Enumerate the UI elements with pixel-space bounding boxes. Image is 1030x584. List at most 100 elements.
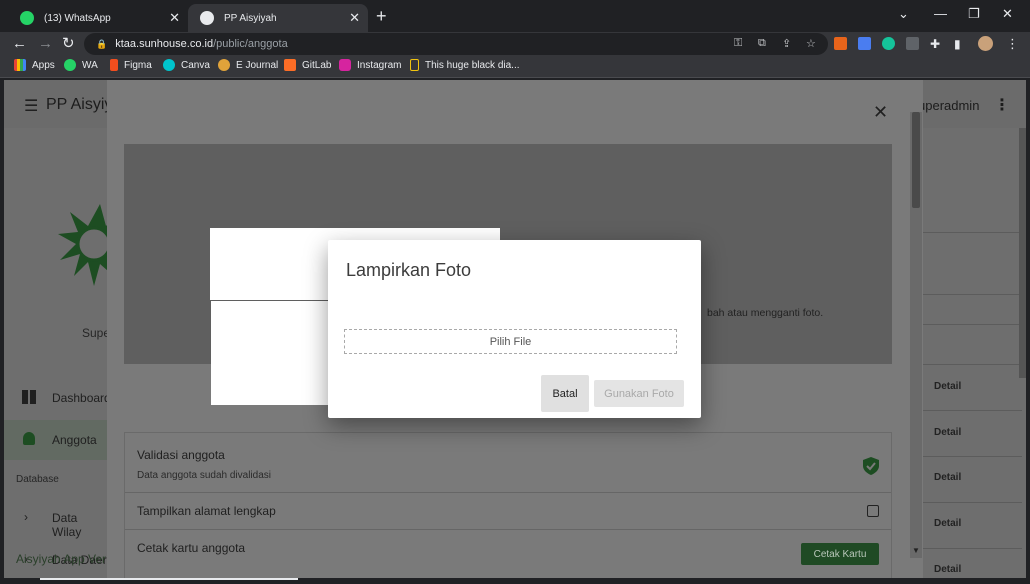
row-divider (922, 294, 1022, 295)
row-divider (922, 548, 1022, 549)
modal-title: Lampirkan Foto (346, 260, 472, 280)
user-name: uperadmin (918, 98, 980, 113)
sidebar-item-anggota[interactable]: Anggota (4, 420, 108, 460)
canva-icon (163, 59, 175, 71)
section-label-database: Database (16, 474, 59, 485)
file-picker[interactable]: Pilih File (344, 329, 677, 354)
sidebar: Supe Dashboard Anggota Database › Data W… (4, 128, 118, 578)
detail-link[interactable]: Detail (934, 427, 961, 438)
app-version: Aisyiyah App Ver (16, 552, 107, 566)
cancel-button[interactable]: Batal (541, 375, 589, 412)
extension-gray-icon[interactable] (906, 37, 919, 50)
new-tab-button[interactable]: + (376, 7, 387, 25)
close-window-button[interactable]: ✕ (1002, 6, 1013, 22)
alamat-row: Tampilkan alamat lengkap (125, 493, 891, 529)
member-settings-card: Validasi anggota Data anggota sudah diva… (124, 432, 892, 578)
browser-toolbar: ← → ↻ 🔒 ktaa.sunhouse.co.id /public/angg… (0, 32, 1030, 56)
restore-button[interactable]: ❐ (968, 6, 980, 22)
bookmark-figma[interactable]: Figma (110, 59, 152, 71)
menu-icon[interactable]: ☰ (24, 96, 38, 116)
grammarly-icon[interactable] (882, 37, 895, 50)
forward-arrow-icon[interactable]: → (38, 34, 53, 54)
browser-menu-icon[interactable]: ⋮ (1006, 34, 1019, 54)
gitlab-icon (284, 59, 296, 71)
detail-link[interactable]: Detail (934, 564, 961, 575)
apps-grid-icon (14, 59, 26, 71)
puzzle-icon[interactable]: ✚ (930, 34, 940, 54)
bookmark-huge-black-dia[interactable]: This huge black dia... (410, 59, 520, 71)
translate-icon[interactable]: ⧉ (758, 37, 766, 50)
bookmark-wa[interactable]: WA (64, 59, 98, 71)
avatar[interactable] (978, 36, 993, 51)
share-icon[interactable]: ⇪ (782, 37, 791, 50)
setting-subtitle: Data anggota sudah divalidasi (137, 470, 271, 481)
url-host: ktaa.sunhouse.co.id (115, 38, 214, 50)
tab-label: (13) WhatsApp (44, 12, 111, 24)
dashboard-icon (22, 390, 36, 404)
extension-sc-icon[interactable] (834, 37, 847, 50)
sidebar-item-data-wilayah[interactable]: › Data Wilay (4, 498, 108, 539)
photo-preview (211, 301, 345, 405)
key-icon[interactable]: ⚿ (734, 37, 742, 50)
bookmark-gitlab[interactable]: GitLab (284, 59, 331, 71)
scrollbar-thumb[interactable] (912, 112, 920, 208)
row-divider (922, 324, 1022, 325)
show-address-checkbox[interactable] (867, 505, 879, 517)
dialog-scrollbar[interactable]: ▼ (910, 112, 922, 558)
ejournal-icon (218, 59, 230, 71)
globe-icon (200, 11, 214, 25)
setting-title: Cetak kartu anggota (137, 541, 246, 555)
instagram-icon (339, 59, 351, 71)
print-card-button[interactable]: Cetak Kartu (801, 543, 879, 565)
page-scrollbar[interactable] (1019, 128, 1026, 378)
bookmarks-bar: Apps WA Figma Canva E Journal GitLab Ins… (0, 56, 1030, 78)
minimize-button[interactable]: — (934, 6, 947, 21)
browser-tab-strip: (13) WhatsApp ✕ PP Aisyiyah ✕ + ⌄ — ❐ ✕ (0, 0, 1030, 32)
extension-shield-icon[interactable] (858, 37, 871, 50)
chevron-right-icon: › (24, 510, 28, 524)
back-arrow-icon[interactable]: ← (12, 34, 27, 54)
person-icon (23, 432, 35, 445)
setting-title: Tampilkan alamat lengkap (137, 504, 276, 518)
row-divider (922, 364, 1022, 365)
bookmark-apps[interactable]: Apps (14, 59, 55, 71)
tab-pp-aisyiyah[interactable]: PP Aisyiyah ✕ (188, 4, 368, 32)
side-panel-icon[interactable]: ▮ (954, 34, 961, 54)
photo-hint-text: bah atau mengganti foto. (707, 307, 824, 319)
lock-icon: 🔒 (96, 38, 108, 49)
url-path: /public/anggota (213, 38, 288, 50)
whatsapp-icon (64, 59, 76, 71)
scroll-down-icon[interactable]: ▼ (910, 546, 922, 555)
reload-icon[interactable]: ↻ (62, 34, 75, 54)
table-detail-column: Detail Detail Detail Detail Detail (922, 128, 1026, 578)
bookmark-canva[interactable]: Canva (163, 59, 210, 71)
row-divider (922, 410, 1022, 411)
whatsapp-icon (20, 11, 34, 25)
row-divider (922, 456, 1022, 457)
sidebar-item-dashboard[interactable]: Dashboard (4, 378, 111, 418)
bookmark-ejournal[interactable]: E Journal (218, 59, 278, 71)
close-icon[interactable]: ✕ (169, 10, 180, 26)
bookmark-instagram[interactable]: Instagram (339, 59, 401, 71)
star-icon[interactable]: ☆ (806, 37, 816, 50)
use-photo-button[interactable]: Gunakan Foto (594, 380, 684, 407)
attach-photo-modal: Lampirkan Foto Pilih File Batal Gunakan … (328, 240, 701, 418)
more-vert-icon[interactable]: ⋮ (994, 95, 1010, 115)
setting-title: Validasi anggota (137, 448, 225, 462)
row-divider (922, 502, 1022, 503)
close-icon[interactable]: ✕ (873, 102, 888, 123)
row-divider (922, 232, 1022, 233)
download-progress-line (40, 578, 298, 580)
detail-link[interactable]: Detail (934, 381, 961, 392)
verified-check-icon (863, 457, 879, 475)
address-bar[interactable]: 🔒 ktaa.sunhouse.co.id /public/anggota ⚿ … (84, 33, 828, 55)
app-title: PP Aisyiy (46, 96, 113, 113)
user-role: Supe (82, 326, 111, 340)
detail-link[interactable]: Detail (934, 518, 961, 529)
tab-search-icon[interactable]: ⌄ (898, 6, 909, 22)
detail-link[interactable]: Detail (934, 472, 961, 483)
tab-whatsapp[interactable]: (13) WhatsApp ✕ (8, 4, 188, 32)
bookmark-doc-icon (410, 59, 419, 71)
tab-label: PP Aisyiyah (224, 12, 277, 24)
close-icon[interactable]: ✕ (349, 10, 360, 26)
